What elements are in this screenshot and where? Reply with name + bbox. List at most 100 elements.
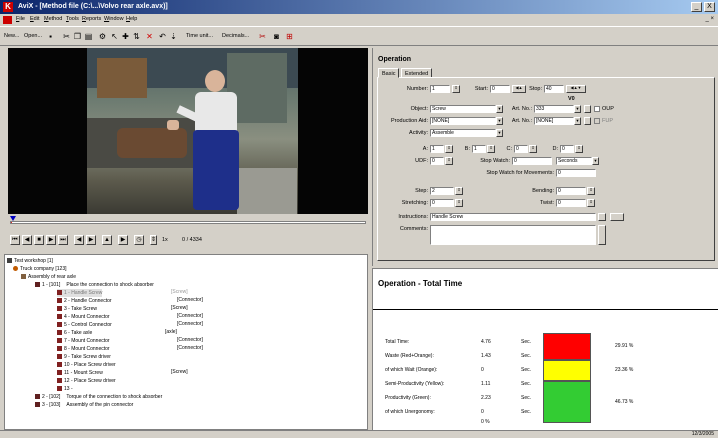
artno2-select[interactable]: [NONE] [534, 117, 574, 125]
prev-frame-button[interactable]: ◀ [74, 235, 84, 245]
menu-file[interactable]: File [16, 16, 25, 22]
tree-item[interactable]: 1 - Handle Screw [57, 289, 103, 297]
tab-basic[interactable]: Basic [378, 68, 400, 78]
instructions-field[interactable]: Handle Screw [430, 213, 596, 221]
twist-spinner[interactable]: ⇕ [587, 199, 595, 207]
b-field[interactable]: 1 [472, 145, 486, 153]
step-field[interactable]: 2 [430, 187, 454, 195]
start-stepper[interactable]: ◀▲ [512, 85, 526, 93]
undo-icon[interactable]: ↶ [158, 32, 167, 41]
prod-aid-select[interactable]: [NONE] [430, 117, 496, 125]
camera-icon[interactable]: ◙ [272, 32, 281, 41]
tree-item[interactable]: 10 - Place Screw driver [57, 361, 116, 369]
go-end-button[interactable]: ⏭ [58, 235, 68, 245]
copy-icon[interactable]: ❐ [73, 32, 82, 41]
stopwatch-mov-field[interactable]: 0 [556, 169, 596, 177]
stop-stepper[interactable]: ◀▲▼ [566, 85, 586, 93]
artno-select[interactable]: 333 [534, 105, 574, 113]
stopwatch-unit-dropdown-icon[interactable]: ▼ [592, 157, 599, 165]
bending-spinner[interactable]: ⇕ [587, 187, 595, 195]
artno-browse-button[interactable] [584, 105, 591, 113]
timeline-track[interactable] [10, 221, 366, 224]
number-spinner[interactable]: ⇕ [452, 85, 460, 93]
split-button[interactable]: ▶ [118, 235, 128, 245]
object-select[interactable]: Screw [430, 105, 496, 113]
comments-field[interactable] [430, 225, 596, 245]
c-spinner[interactable]: ⇕ [529, 145, 537, 153]
play-button[interactable]: ▶ [46, 235, 56, 245]
open-button[interactable]: Open... [24, 33, 42, 39]
menu-help[interactable]: Help [126, 16, 137, 22]
tree-op-3[interactable]: 3 - [103] Assembly of the pin connector [35, 401, 133, 409]
tree-item[interactable]: 2 - Handle Connector [57, 297, 112, 305]
artno-dropdown-icon[interactable]: ▼ [574, 105, 581, 113]
menu-edit[interactable]: Edit [30, 16, 39, 22]
decimals-button[interactable]: Decimals... [222, 33, 249, 39]
stop-button[interactable]: ■ [34, 235, 44, 245]
timeline[interactable] [8, 214, 368, 232]
tree-assembly[interactable]: Assembly of rear axle [21, 273, 76, 281]
stretching-field[interactable]: 0 [430, 199, 454, 207]
instructions-browse-button[interactable] [610, 213, 624, 221]
sort-icon[interactable]: ⇣ [169, 32, 178, 41]
delete-icon[interactable]: ✕ [145, 32, 154, 41]
doc-window-controls[interactable]: _ × [705, 16, 714, 22]
comments-scroll[interactable] [598, 225, 606, 245]
tree-item[interactable]: 4 - Mount Connector [57, 313, 110, 321]
tree-root[interactable]: Test workshop [1] [7, 257, 53, 265]
stop-field[interactable]: 40 [544, 85, 564, 93]
tree-company[interactable]: Truck company [123] [13, 265, 67, 273]
mark-button[interactable]: ▲ [102, 235, 112, 245]
grid-icon[interactable]: ⊞ [285, 32, 294, 41]
video-view[interactable] [8, 48, 368, 214]
tree-item[interactable]: 12 - Place Screw driver [57, 377, 116, 385]
tree-item[interactable]: 8 - Mount Connector [57, 345, 110, 353]
close-button[interactable]: X [704, 2, 715, 12]
insert-icon[interactable]: ✚ [121, 32, 130, 41]
instructions-scroll[interactable] [598, 213, 606, 221]
new-button[interactable]: New... [4, 33, 19, 39]
menu-window[interactable]: Window [104, 16, 124, 22]
activity-select[interactable]: Assemble [430, 129, 496, 137]
speed-spinner[interactable]: ⇕ [150, 235, 157, 245]
twist-field[interactable]: 0 [556, 199, 586, 207]
time-unit-button[interactable]: Time unit... [186, 33, 213, 39]
tree-item[interactable]: 13 - [57, 385, 73, 393]
tree-op-1[interactable]: 1 - [101] Place the connection to shock a… [35, 281, 154, 289]
b-spinner[interactable]: ⇕ [487, 145, 495, 153]
stretching-spinner[interactable]: ⇕ [455, 199, 463, 207]
artno2-dropdown-icon[interactable]: ▼ [574, 117, 581, 125]
number-field[interactable]: 1 [430, 85, 450, 93]
step-back-button[interactable]: ◀ [22, 235, 32, 245]
udf-spinner[interactable]: ⇕ [445, 157, 453, 165]
tree-item[interactable]: 6 - Take axle [57, 329, 92, 337]
tools-icon[interactable]: ✂ [258, 32, 267, 41]
menu-reports[interactable]: Reports [82, 16, 101, 22]
start-field[interactable]: 0 [490, 85, 510, 93]
tree-item[interactable]: 5 - Control Connector [57, 321, 112, 329]
next-frame-button[interactable]: ▶ [86, 235, 96, 245]
tree-op-2[interactable]: 2 - [102] Torque of the connection to sho… [35, 393, 162, 401]
udf-field[interactable]: 0 [430, 157, 444, 165]
d-spinner[interactable]: ⇕ [575, 145, 583, 153]
menu-tools[interactable]: Tools [66, 16, 79, 22]
object-dropdown-icon[interactable]: ▼ [496, 105, 503, 113]
clock-icon[interactable]: ◷ [134, 235, 144, 245]
paste-icon[interactable]: ▤ [84, 32, 93, 41]
a-spinner[interactable]: ⇕ [445, 145, 453, 153]
tree-item[interactable]: 7 - Mount Connector [57, 337, 110, 345]
d-field[interactable]: 0 [560, 145, 574, 153]
document-icon[interactable] [3, 16, 12, 24]
minimize-button[interactable]: _ [691, 2, 702, 12]
activity-dropdown-icon[interactable]: ▼ [496, 129, 503, 137]
stopwatch-field[interactable]: 0 [512, 157, 552, 165]
cut-icon[interactable]: ✂ [62, 32, 71, 41]
fup-checkbox[interactable] [594, 118, 600, 124]
settings-icon[interactable]: ⚙ [98, 32, 107, 41]
save-icon[interactable]: ▪ [46, 32, 55, 41]
c-field[interactable]: 0 [514, 145, 528, 153]
bending-field[interactable]: 0 [556, 187, 586, 195]
stopwatch-unit-select[interactable]: Seconds [556, 157, 592, 165]
oup-checkbox[interactable] [594, 106, 600, 112]
go-start-button[interactable]: ⏮ [10, 235, 20, 245]
